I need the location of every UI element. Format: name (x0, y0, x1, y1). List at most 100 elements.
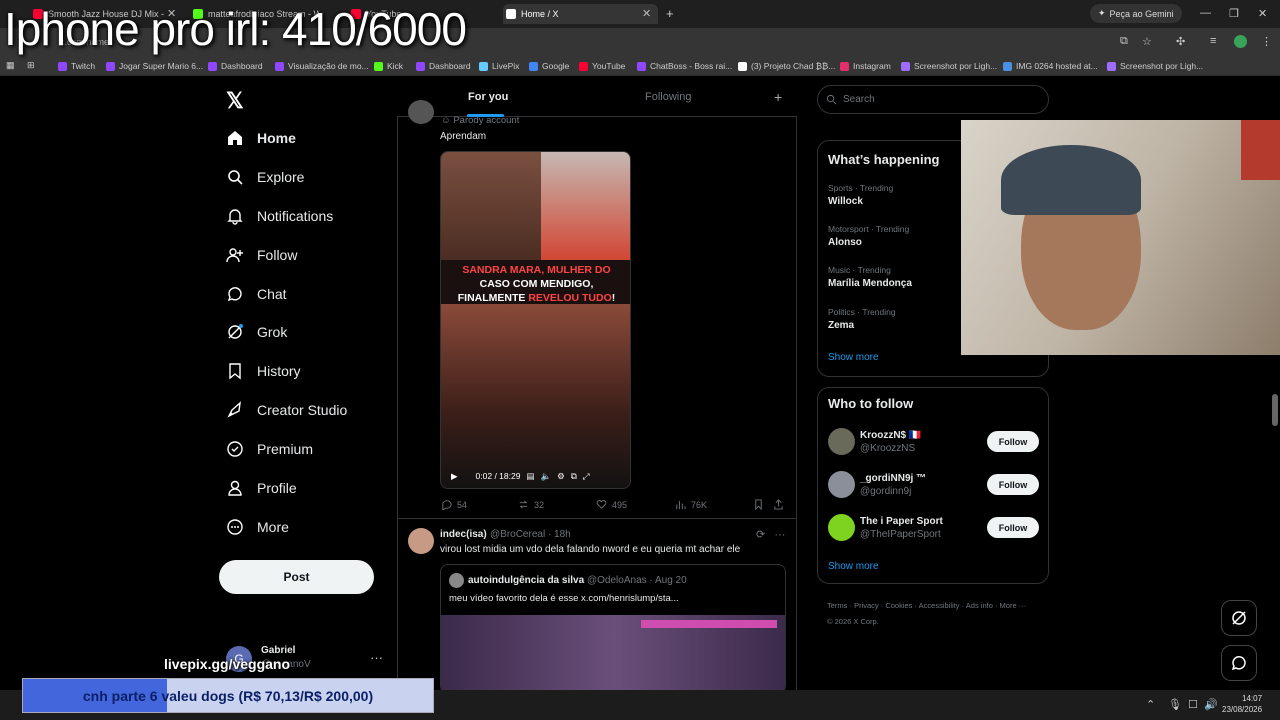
avatar[interactable] (828, 471, 855, 498)
gemini-button[interactable]: ✦ Peça ao Gemini (1090, 4, 1182, 23)
avatar[interactable] (408, 528, 434, 554)
captions-icon[interactable]: ▤ (526, 471, 534, 482)
views-button[interactable]: 76K (675, 499, 707, 510)
browser-tab-active[interactable]: Home / X (503, 4, 658, 24)
more-options-icon[interactable]: ··· (370, 650, 383, 665)
verified-icon (226, 440, 244, 458)
avatar[interactable] (408, 100, 434, 124)
install-app-icon[interactable]: ⧉ (1120, 35, 1128, 48)
new-tab-icon[interactable]: + (666, 6, 674, 21)
quoted-tweet[interactable]: autoindulgência da silva @OdeloAnas · Au… (440, 564, 786, 694)
grok-icon[interactable]: ⟳ (756, 529, 765, 541)
bookmark-item[interactable]: Jogar Super Mario 6... (106, 61, 203, 71)
suggestion-name[interactable]: KroozzN$ 🇫🇷 (860, 430, 921, 441)
chevron-up-icon[interactable]: ⌃ (1146, 698, 1155, 711)
chrome-menu-icon[interactable]: ⋮ (1261, 35, 1272, 48)
like-button[interactable]: 495 (596, 499, 627, 510)
media-control-icon[interactable]: ≡ (1210, 35, 1216, 47)
settings-icon[interactable]: ⚙ (557, 471, 565, 482)
tab-for-you[interactable]: For you (468, 91, 508, 103)
star-icon[interactable]: ☆ (1142, 35, 1152, 48)
fullscreen-icon[interactable]: ⤢ (583, 471, 590, 482)
chat-icon (1231, 656, 1246, 671)
network-icon[interactable]: ☐ (1188, 698, 1198, 711)
avatar[interactable] (828, 514, 855, 541)
suggestion-name[interactable]: _gordiNN9j ™ (860, 473, 926, 484)
sidebar-item-home[interactable]: Home (226, 125, 296, 151)
add-tab-icon[interactable]: + (774, 89, 782, 105)
bookmark-item[interactable]: (3) Projeto Chad ₿₿... (738, 61, 835, 71)
maximize-icon[interactable]: ❐ (1229, 7, 1239, 20)
follow-button[interactable]: Follow (987, 474, 1039, 495)
scrollbar[interactable] (1272, 394, 1278, 426)
sidebar-item-notifications[interactable]: Notifications (226, 203, 333, 229)
close-tab-icon[interactable]: ✕ (642, 7, 651, 20)
play-icon[interactable]: ▶ (451, 471, 458, 482)
sidebar-item-more[interactable]: More (226, 514, 289, 540)
follow-button[interactable]: Follow (987, 431, 1039, 452)
reply-button[interactable]: 54 (441, 499, 467, 510)
messages-float-button[interactable] (1221, 645, 1257, 681)
follow-button[interactable]: Follow (987, 517, 1039, 538)
x-logo-icon[interactable]: 𝕏 (226, 88, 244, 114)
extensions-icon[interactable]: ✣ (1176, 35, 1185, 48)
post-button[interactable]: Post (219, 560, 374, 594)
sidebar-item-profile[interactable]: Profile (226, 475, 297, 501)
account-name[interactable]: Gabriel (261, 645, 295, 656)
bookmark-item[interactable]: YouTube (579, 61, 625, 71)
more-options-icon[interactable]: ··· (774, 529, 785, 541)
sidebar-item-creator-studio[interactable]: Creator Studio (226, 397, 347, 423)
bookmark-button[interactable] (753, 499, 769, 510)
sidebar-item-premium[interactable]: Premium (226, 436, 313, 462)
sidebar-item-follow[interactable]: Follow (226, 242, 297, 268)
grid-icon[interactable]: ⊞ (27, 60, 35, 71)
clock[interactable]: 14:07 23/08/2026 (1222, 693, 1262, 715)
bookmark-item[interactable]: Visualização de mo... (275, 61, 369, 71)
bookmark-item[interactable]: Kick (374, 61, 403, 71)
divider (398, 518, 796, 519)
bookmark-item[interactable]: Dashboard (416, 61, 471, 71)
bookmark-item[interactable]: Dashboard (208, 61, 263, 71)
pip-icon[interactable]: ⧉ (571, 471, 577, 482)
minimize-icon[interactable]: — (1200, 7, 1211, 19)
bookmark-item[interactable]: IMG 0264 hosted at... (1003, 61, 1098, 71)
quote-media[interactable] (441, 615, 785, 693)
avatar[interactable] (828, 428, 855, 455)
tweet-text: Aprendam (440, 131, 487, 142)
volume-icon[interactable]: 🔊 (1204, 698, 1218, 711)
show-more-link[interactable]: Show more (828, 352, 879, 363)
bookmark-favicon-icon (1107, 61, 1116, 71)
chrome-profile-avatar[interactable] (1234, 35, 1247, 48)
who-to-follow-title: Who to follow (828, 396, 914, 411)
bookmark-item[interactable]: Instagram (840, 61, 891, 71)
trend-item[interactable]: Marília Mendonça (828, 278, 912, 289)
suggestion-name[interactable]: The i Paper Sport (860, 516, 943, 527)
bookmark-item[interactable]: Screenshot por Ligh... (901, 61, 997, 71)
grok-float-button[interactable] (1221, 600, 1257, 636)
tab-following[interactable]: Following (645, 91, 691, 103)
trend-item[interactable]: Zema (828, 320, 854, 331)
search-input[interactable]: Search (817, 85, 1049, 114)
bookmark-item[interactable]: ChatBoss - Boss rai... (637, 61, 732, 71)
sidebar-item-grok[interactable]: Grok (226, 319, 287, 345)
close-window-icon[interactable]: ✕ (1258, 7, 1267, 20)
show-more-link[interactable]: Show more (828, 561, 879, 572)
suggestion-handle: @TheIPaperSport (860, 529, 941, 540)
bookmark-item[interactable]: Google (529, 61, 569, 71)
sidebar-item-chat[interactable]: Chat (226, 281, 287, 307)
tweet-author-name[interactable]: indec(isa) (440, 529, 487, 540)
bookmark-item[interactable]: LivePix (479, 61, 519, 71)
sidebar-item-explore[interactable]: Explore (226, 164, 304, 190)
tweet-video[interactable]: SANDRA MARA, MULHER DO CASO COM MENDIGO,… (440, 151, 631, 489)
bookmark-item[interactable]: Screenshot por Ligh... (1107, 61, 1203, 71)
trend-item[interactable]: Willock (828, 196, 863, 207)
footer-links[interactable]: Terms · Privacy · Cookies · Accessibilit… (827, 598, 1027, 630)
share-button[interactable] (773, 499, 789, 510)
sidebar-item-history[interactable]: History (226, 358, 301, 384)
bookmark-item[interactable]: Twitch (58, 61, 95, 71)
trend-item[interactable]: Alonso (828, 237, 862, 248)
volume-icon[interactable]: 🔈 (540, 471, 551, 482)
repost-button[interactable]: 32 (518, 499, 544, 510)
apps-icon[interactable]: ▦ (6, 60, 15, 71)
microphone-icon[interactable]: 🎙 (1168, 698, 1182, 711)
